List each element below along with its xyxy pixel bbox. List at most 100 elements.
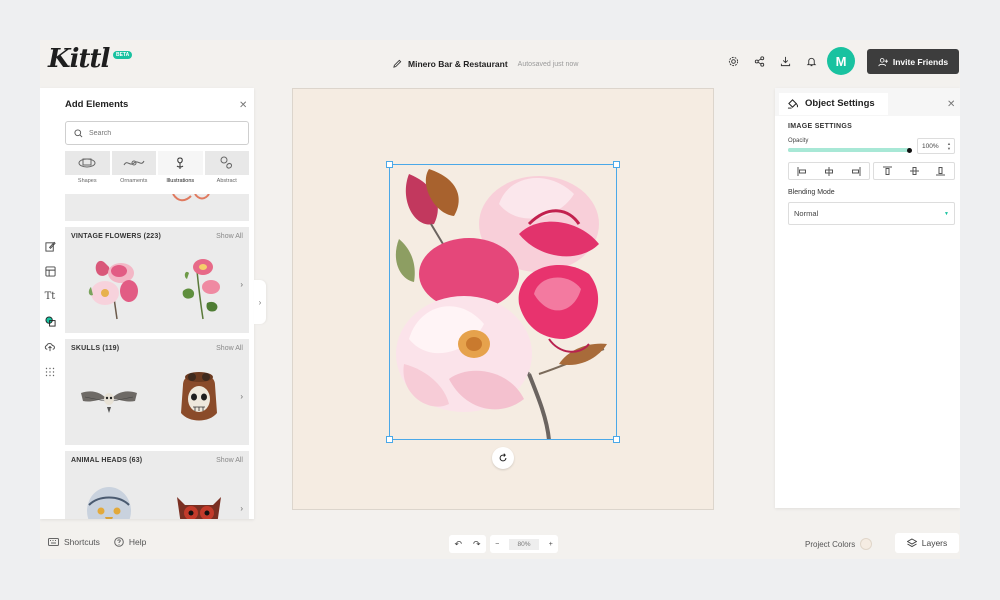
- grid-icon[interactable]: [40, 359, 60, 384]
- flower-thumbnail[interactable]: [171, 251, 231, 321]
- blending-mode-select[interactable]: Normal ▼: [788, 202, 955, 225]
- chevron-right-icon[interactable]: ›: [240, 392, 243, 401]
- align-middle-vertical-icon[interactable]: [901, 163, 928, 179]
- download-icon[interactable]: [778, 54, 792, 68]
- design-canvas[interactable]: [292, 88, 714, 510]
- share-icon[interactable]: [752, 54, 766, 68]
- align-bottom-icon[interactable]: [927, 163, 954, 179]
- opacity-input[interactable]: 100% ▲ ▼: [917, 138, 955, 154]
- search-box[interactable]: [65, 121, 249, 145]
- templates-icon[interactable]: [40, 259, 60, 284]
- show-all-link[interactable]: Show All: [216, 345, 243, 352]
- zoom-in-button[interactable]: +: [549, 541, 553, 548]
- undo-icon[interactable]: ↶: [454, 539, 462, 550]
- tab-label: Shapes: [77, 178, 97, 184]
- collapse-panel-button[interactable]: ›: [254, 280, 266, 324]
- show-all-link[interactable]: Show All: [216, 233, 243, 240]
- settings-icon[interactable]: [726, 54, 740, 68]
- tab-label: Illustrations: [166, 178, 195, 184]
- shortcuts-button[interactable]: Shortcuts: [48, 537, 100, 547]
- document-title[interactable]: Minero Bar & Restaurant Autosaved just n…: [393, 55, 578, 73]
- top-bar: Kittl BETA Minero Bar & Restaurant Autos…: [40, 40, 960, 84]
- left-tool-rail: Tt: [40, 234, 60, 384]
- section-vintage-flowers: VINTAGE FLOWERS (223) Show All ›: [65, 227, 249, 333]
- resize-handle-top-right[interactable]: [613, 161, 620, 168]
- user-avatar[interactable]: M: [827, 47, 855, 75]
- edit-icon[interactable]: [40, 234, 60, 259]
- section-title: ANIMAL HEADS (63): [71, 457, 143, 464]
- tab-abstract[interactable]: Abstract: [204, 151, 249, 184]
- search-input[interactable]: [89, 129, 239, 137]
- layers-button[interactable]: Layers: [895, 533, 959, 553]
- selection-box[interactable]: [386, 161, 620, 443]
- layers-label: Layers: [921, 538, 948, 548]
- opacity-value: 100%: [922, 142, 939, 150]
- align-left-icon[interactable]: [789, 163, 816, 179]
- opacity-label: Opacity: [788, 138, 809, 144]
- tab-illustrations[interactable]: Illustrations: [158, 151, 203, 184]
- tab-ornaments[interactable]: Ornaments: [111, 151, 156, 184]
- document-name[interactable]: Minero Bar & Restaurant: [408, 59, 508, 69]
- redo-icon[interactable]: ↷: [473, 539, 481, 550]
- show-all-link[interactable]: Show All: [216, 457, 243, 464]
- opacity-slider-fill: [788, 148, 910, 152]
- help-button[interactable]: Help: [114, 537, 146, 547]
- elements-scroll-area[interactable]: VINTAGE FLOWERS (223) Show All › SKULLS …: [65, 194, 249, 519]
- stepper-arrows-icon[interactable]: ▲ ▼: [947, 141, 951, 151]
- align-top-icon[interactable]: [874, 163, 901, 179]
- aviator-skull-thumbnail[interactable]: [169, 363, 229, 433]
- chevron-right-icon[interactable]: ›: [240, 504, 243, 513]
- help-label: Help: [128, 537, 147, 547]
- shortcuts-label: Shortcuts: [64, 537, 100, 547]
- resize-handle-top-left[interactable]: [386, 161, 393, 168]
- zoom-controls: − 80% +: [490, 535, 558, 553]
- chevron-right-icon[interactable]: ›: [240, 280, 243, 289]
- eagle-head-thumbnail[interactable]: [79, 475, 139, 519]
- vertical-align-group: [873, 162, 955, 180]
- rotate-icon[interactable]: [492, 447, 514, 469]
- autosave-status: Autosaved just now: [517, 60, 579, 68]
- horizontal-align-group: [788, 162, 870, 180]
- project-colors[interactable]: Project Colors: [805, 538, 873, 550]
- color-swatch[interactable]: [860, 538, 873, 550]
- resize-handle-bottom-left[interactable]: [386, 436, 393, 443]
- text-icon[interactable]: Tt: [40, 284, 60, 309]
- flower-thumbnail[interactable]: [83, 251, 143, 321]
- illustration-thumbnail[interactable]: [163, 194, 223, 214]
- notification-bell-icon[interactable]: [804, 54, 818, 68]
- elements-icon[interactable]: [40, 309, 60, 334]
- blending-mode-label: Blending Mode: [788, 189, 835, 196]
- align-center-horizontal-icon[interactable]: [816, 163, 843, 179]
- zoom-out-button[interactable]: −: [495, 541, 499, 548]
- search-icon: [74, 128, 83, 137]
- editor-window: Kittl BETA Minero Bar & Restaurant Autos…: [40, 40, 960, 559]
- owl-head-thumbnail[interactable]: [169, 475, 229, 519]
- close-icon[interactable]: ✕: [239, 100, 247, 111]
- flower-icon: [176, 157, 184, 169]
- abstract-icon: [220, 156, 232, 169]
- beta-badge: BETA: [113, 51, 133, 59]
- opacity-slider[interactable]: [788, 147, 912, 153]
- panel-title: Object Settings: [805, 97, 875, 109]
- add-user-icon: [878, 57, 888, 66]
- resize-handle-bottom-right[interactable]: [613, 436, 620, 443]
- upload-icon[interactable]: [40, 334, 60, 359]
- kittl-logo[interactable]: Kittl: [48, 44, 110, 74]
- close-icon[interactable]: ✕: [947, 99, 955, 110]
- align-right-icon[interactable]: [842, 163, 869, 179]
- winged-skull-thumbnail[interactable]: [79, 363, 139, 433]
- ornaments-icon: [123, 160, 145, 166]
- paint-bucket-icon: [787, 98, 799, 109]
- previous-section-strip: [65, 194, 249, 221]
- project-colors-label: Project Colors: [805, 539, 856, 549]
- zoom-level[interactable]: 80%: [509, 538, 539, 550]
- opacity-slider-thumb[interactable]: [907, 147, 912, 153]
- layers-icon: [906, 538, 917, 548]
- undo-redo-controls: ↶ ↷: [449, 535, 486, 553]
- tab-object-settings[interactable]: Object Settings: [779, 93, 888, 115]
- add-elements-panel: Add Elements ✕ Shapes Ornaments: [40, 88, 254, 519]
- tab-shapes[interactable]: Shapes: [65, 151, 110, 184]
- chevron-down-icon: ▼: [944, 211, 949, 217]
- invite-friends-button[interactable]: Invite Friends: [867, 49, 959, 74]
- section-title: VINTAGE FLOWERS (223): [71, 233, 162, 240]
